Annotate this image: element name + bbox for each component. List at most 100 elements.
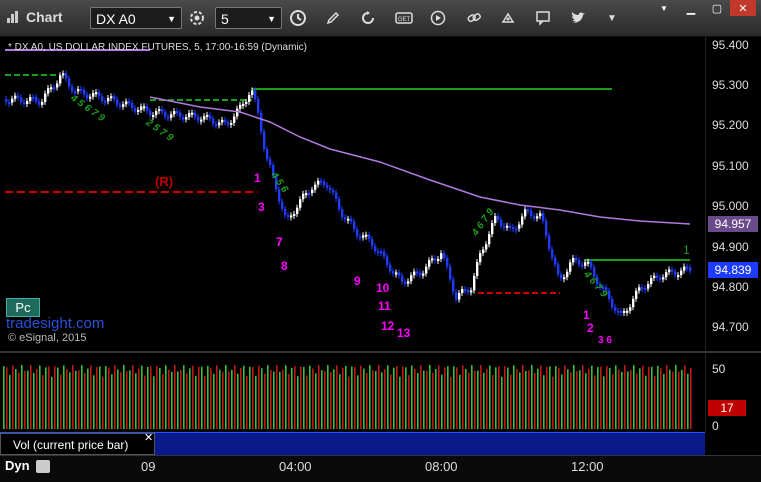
candle-body: [146, 106, 149, 111]
twitter-button[interactable]: [566, 7, 590, 29]
price-chart[interactable]: * DX A0, US DOLLAR INDEX FUTURES, 5, 17:…: [0, 37, 705, 351]
candle-body: [587, 261, 590, 264]
twitter-icon: [571, 12, 585, 23]
link2-button[interactable]: [496, 7, 520, 29]
window-title: Chart: [26, 9, 63, 25]
volume-bar: [426, 370, 428, 429]
draw-button[interactable]: [321, 7, 345, 29]
volume-bar: [675, 365, 677, 429]
candle-body: [326, 185, 329, 188]
candle-body: [224, 119, 227, 123]
volume-close-icon[interactable]: ✕: [144, 431, 153, 444]
gear-button[interactable]: [185, 7, 209, 29]
volume-bar: [411, 365, 413, 429]
volume-bar: [573, 365, 575, 429]
volume-bar: [420, 365, 422, 429]
link-button[interactable]: [462, 7, 486, 29]
candle-body: [77, 88, 80, 92]
volume-bar: [300, 366, 302, 429]
volume-bar: [462, 365, 464, 429]
volume-bar: [210, 368, 212, 429]
volume-panel[interactable]: [0, 353, 705, 432]
candle-body: [53, 87, 56, 90]
volume-bar: [576, 371, 578, 429]
volume-bar: [519, 372, 521, 429]
volume-bar: [474, 370, 476, 429]
dropdown-icon[interactable]: ▼: [607, 13, 617, 24]
refresh-button[interactable]: [356, 7, 380, 29]
interval-input[interactable]: 5 ▼: [215, 7, 282, 29]
volume-bar: [351, 366, 353, 429]
maximize-button[interactable]: ▢: [704, 0, 730, 16]
play-button[interactable]: [426, 7, 450, 29]
volume-bar: [537, 368, 539, 429]
volume-bar: [501, 376, 503, 429]
symbol-input[interactable]: DX A0 ▼: [90, 7, 182, 29]
candle-body: [422, 273, 425, 276]
volume-bar: [243, 365, 245, 429]
volume-bar: [138, 368, 140, 429]
get-icon: GET: [395, 12, 413, 24]
candle-body: [44, 93, 47, 102]
candle-body: [167, 116, 170, 119]
volume-bar: [318, 365, 320, 429]
candle-body: [206, 114, 209, 117]
volume-bar: [126, 371, 128, 429]
volume-bar: [555, 366, 557, 429]
symbol-dropdown-icon[interactable]: ▼: [167, 8, 176, 30]
volume-bar: [84, 373, 86, 429]
play-icon: [430, 10, 446, 26]
volume-bar: [93, 375, 95, 429]
candle-body: [659, 277, 662, 280]
more-button[interactable]: ▼: [600, 7, 624, 29]
volume-bar: [30, 365, 32, 429]
volume-bar: [117, 369, 119, 429]
minimize-button[interactable]: ▁: [678, 0, 704, 16]
window-dropdown-button[interactable]: ▼: [651, 0, 677, 16]
volume-bar: [135, 373, 137, 429]
volume-bar: [219, 369, 221, 429]
candle-body: [26, 101, 29, 104]
volume-label-box[interactable]: Vol (current price bar): [0, 433, 155, 455]
candle-body: [494, 215, 497, 224]
candle-body: [635, 290, 638, 299]
lock-icon[interactable]: [36, 460, 50, 473]
candle-body: [578, 260, 581, 265]
pencil-icon: [326, 11, 340, 25]
volume-bar: [663, 373, 665, 429]
candle-body: [644, 288, 647, 291]
candle-body: [365, 234, 368, 237]
candle-body: [89, 96, 92, 99]
volume-bar: [372, 370, 374, 429]
volume-bar: [87, 368, 89, 429]
volume-bar: [6, 367, 8, 429]
candle-body: [302, 193, 305, 200]
candle-body: [317, 180, 320, 185]
volume-bar: [348, 376, 350, 429]
get-button[interactable]: GET: [392, 7, 416, 29]
close-button[interactable]: ✕: [730, 0, 756, 16]
volume-bar: [504, 366, 506, 429]
time-axis[interactable]: [0, 455, 761, 482]
volume-bar: [141, 365, 143, 429]
volume-bar: [483, 372, 485, 429]
candle-body: [269, 159, 272, 166]
candle-body: [443, 253, 446, 258]
volume-bar: [498, 366, 500, 429]
volume-bar: [18, 372, 20, 429]
candle-body: [641, 287, 644, 290]
candle-body: [170, 114, 173, 118]
candle-body: [371, 239, 374, 247]
interval-dropdown-icon[interactable]: ▼: [267, 8, 276, 30]
volume-bar: [225, 365, 227, 429]
time-button[interactable]: [286, 7, 310, 29]
candle-body: [404, 281, 407, 284]
volume-bar: [228, 371, 230, 429]
volume-bar: [441, 374, 443, 429]
candle-body: [632, 298, 635, 308]
dyn-button[interactable]: Dyn: [5, 458, 30, 473]
volume-bar: [423, 370, 425, 429]
candle-body: [452, 279, 455, 292]
candle-body: [374, 246, 377, 252]
comment-button[interactable]: [531, 7, 555, 29]
